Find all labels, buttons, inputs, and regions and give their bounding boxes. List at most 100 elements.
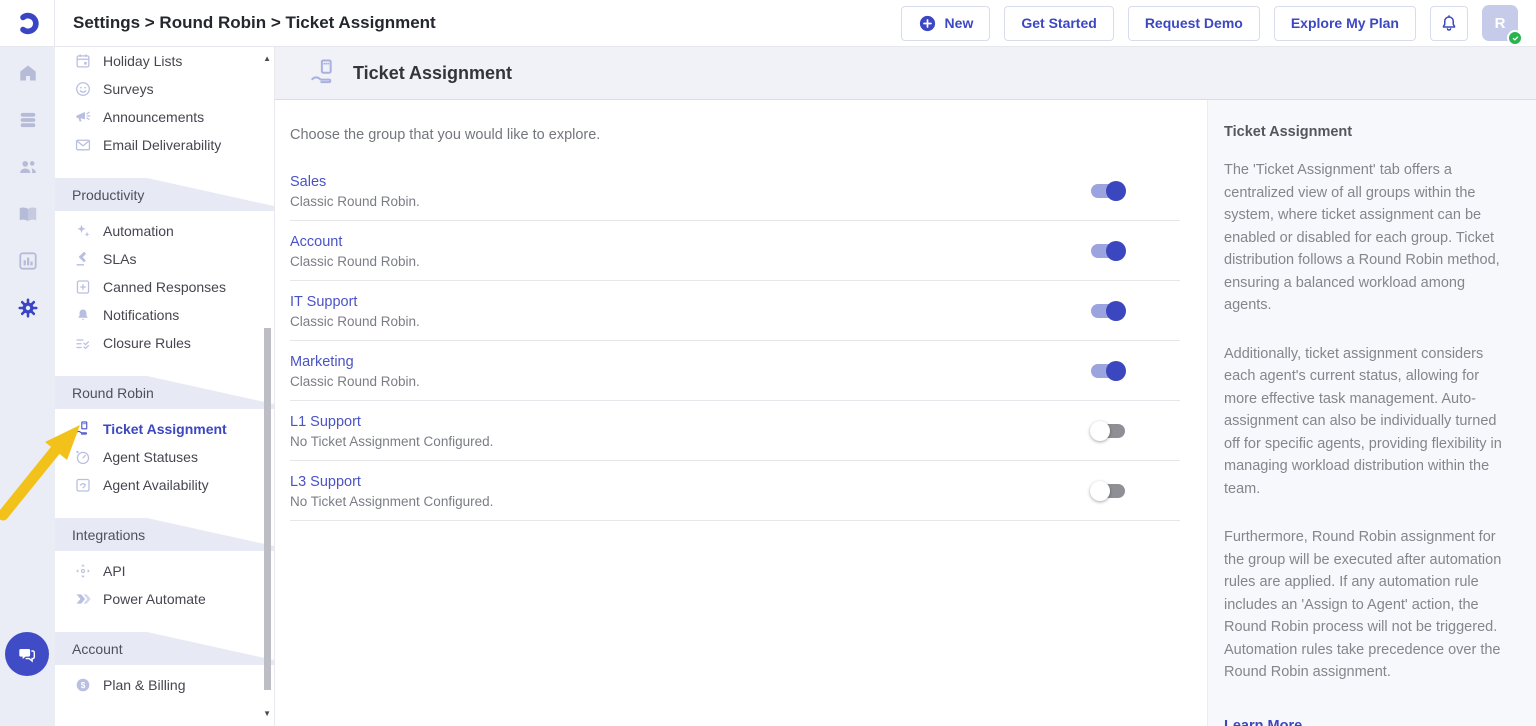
- info-paragraph: The 'Ticket Assignment' tab offers a cen…: [1224, 159, 1516, 317]
- sparkles-icon: [74, 222, 92, 240]
- sidebar-scroll-down-arrow[interactable]: ▼: [263, 710, 271, 718]
- sidebar-scroll-up-arrow[interactable]: ▲: [263, 55, 271, 63]
- sidebar-item-announcements[interactable]: Announcements: [55, 103, 274, 131]
- group-row-it-support: IT Support Classic Round Robin.: [290, 281, 1180, 341]
- toggle-sales[interactable]: [1091, 184, 1125, 198]
- toggle-l3-support[interactable]: [1091, 484, 1125, 498]
- sidebar-item-ticket-assignment[interactable]: Ticket Assignment: [55, 415, 274, 443]
- calendar-icon: [74, 52, 92, 70]
- group-link-l1-support[interactable]: L1 Support: [290, 414, 361, 430]
- ticket-assignment-icon: [308, 57, 340, 89]
- group-desc: Classic Round Robin.: [290, 374, 1091, 389]
- group-link-sales[interactable]: Sales: [290, 174, 326, 190]
- sidebar-item-canned-responses[interactable]: Canned Responses: [55, 273, 274, 301]
- group-row-account: AccountClassic Round Robin.: [290, 221, 1180, 281]
- sidebar-item-agent-availability[interactable]: Agent Availability: [55, 471, 274, 499]
- sidebar-item-notifications[interactable]: Notifications: [55, 301, 274, 329]
- info-panel-title: Ticket Assignment: [1224, 124, 1516, 140]
- toggle-l1-support[interactable]: [1091, 424, 1125, 438]
- home-icon: [17, 62, 39, 89]
- notifications-button[interactable]: [1430, 6, 1468, 41]
- group-desc: Classic Round Robin.: [290, 194, 1091, 209]
- toggle-knob: [1090, 481, 1110, 501]
- toggle-it-support[interactable]: [1091, 304, 1125, 318]
- sidebar-section-integrations: Integrations: [55, 518, 274, 551]
- get-started-button[interactable]: Get Started: [1004, 6, 1113, 41]
- avatar[interactable]: R: [1482, 5, 1518, 41]
- sla-icon: [74, 250, 92, 268]
- sidebar-item-surveys[interactable]: Surveys: [55, 75, 274, 103]
- settings-sidebar: Holiday ListsSurveysAnnouncementsEmail D…: [55, 47, 275, 726]
- rail-item-home[interactable]: [0, 52, 55, 99]
- group-link-marketing[interactable]: Marketing: [290, 354, 354, 370]
- group-list: SalesClassic Round Robin.AccountClassic …: [290, 161, 1180, 521]
- chat-widget-button[interactable]: [5, 632, 49, 676]
- rail-item-contacts[interactable]: [0, 146, 55, 193]
- group-text: AccountClassic Round Robin.: [290, 233, 1091, 269]
- toggle-account[interactable]: [1091, 244, 1125, 258]
- sidebar-item-automation[interactable]: Automation: [55, 217, 274, 245]
- content-header: Ticket Assignment: [275, 47, 1536, 100]
- sidebar-item-label: Closure Rules: [103, 335, 191, 351]
- sidebar-section-productivity: Productivity: [55, 178, 274, 211]
- sidebar-item-api[interactable]: API: [55, 557, 274, 585]
- sidebar-item-label: Automation: [103, 223, 174, 239]
- explore-my-plan-button[interactable]: Explore My Plan: [1274, 6, 1416, 41]
- sidebar-scrollbar-thumb[interactable]: [264, 328, 271, 690]
- avatar-initial: R: [1495, 15, 1506, 32]
- toggle-knob: [1106, 181, 1126, 201]
- sidebar-item-label: Notifications: [103, 307, 179, 323]
- rail-item-tickets[interactable]: [0, 99, 55, 146]
- group-row-l1-support: L1 SupportNo Ticket Assignment Configure…: [290, 401, 1180, 461]
- group-text: Sales Classic Round Robin.: [290, 173, 1091, 209]
- sidebar-item-closure-rules[interactable]: Closure Rules: [55, 329, 274, 357]
- chat-icon: [15, 642, 39, 666]
- group-text: L3 SupportNo Ticket Assignment Configure…: [290, 473, 1091, 509]
- sidebar-item-email-deliverability[interactable]: Email Deliverability: [55, 131, 274, 159]
- reports-icon: [17, 250, 39, 277]
- sidebar-item-slas[interactable]: SLAs: [55, 245, 274, 273]
- sidebar-item-agent-statuses[interactable]: Agent Statuses: [55, 443, 274, 471]
- plus-circle-icon: [918, 14, 937, 33]
- group-text: Marketing Classic Round Robin.: [290, 353, 1091, 389]
- rail-item-reports[interactable]: [0, 240, 55, 287]
- group-link-account[interactable]: Account: [290, 234, 342, 250]
- sidebar-item-label: Agent Statuses: [103, 449, 198, 465]
- learn-more-link[interactable]: Learn More: [1224, 718, 1302, 726]
- rail-item-settings[interactable]: [0, 287, 55, 334]
- toggle-marketing[interactable]: [1091, 364, 1125, 378]
- get-started-label: Get Started: [1021, 15, 1096, 31]
- sidebar-item-holiday-lists[interactable]: Holiday Lists: [55, 47, 274, 75]
- request-demo-button[interactable]: Request Demo: [1128, 6, 1260, 41]
- status-online-badge: [1507, 30, 1523, 46]
- group-text: IT Support Classic Round Robin.: [290, 293, 1091, 329]
- info-paragraph: Additionally, ticket assignment consider…: [1224, 343, 1516, 501]
- canned-response-icon: [74, 278, 92, 296]
- logo-icon: [14, 10, 41, 37]
- power-automate-icon: [74, 590, 92, 608]
- sidebar-item-plan-billing[interactable]: $Plan & Billing: [55, 671, 274, 699]
- app-logo[interactable]: [0, 0, 55, 46]
- main-content: Choose the group that you would like to …: [275, 100, 1207, 726]
- group-row-sales: Sales Classic Round Robin.: [290, 161, 1180, 221]
- sidebar-section-account: Account: [55, 632, 274, 665]
- billing-icon: $: [74, 676, 92, 694]
- group-link-it-support[interactable]: IT Support: [290, 294, 357, 310]
- group-link-l3-support[interactable]: L3 Support: [290, 474, 361, 490]
- toggle-knob: [1106, 361, 1126, 381]
- settings-icon: [17, 297, 39, 324]
- group-row-l3-support: L3 SupportNo Ticket Assignment Configure…: [290, 461, 1180, 521]
- explore-my-plan-label: Explore My Plan: [1291, 15, 1399, 31]
- rail-item-knowledge-base[interactable]: [0, 193, 55, 240]
- app-window: Settings > Round Robin > Ticket Assignme…: [0, 0, 1536, 726]
- sidebar-item-label: Agent Availability: [103, 477, 209, 493]
- group-desc: Classic Round Robin.: [290, 314, 1091, 329]
- new-button[interactable]: New: [901, 6, 991, 41]
- smiley-icon: [74, 80, 92, 98]
- sidebar-item-power-automate[interactable]: Power Automate: [55, 585, 274, 613]
- new-button-label: New: [945, 15, 974, 31]
- main-subtitle: Choose the group that you would like to …: [290, 127, 1207, 143]
- sidebar-item-label: Canned Responses: [103, 279, 226, 295]
- sidebar-item-label: Ticket Assignment: [103, 421, 227, 437]
- ticket-assignment-icon: [74, 420, 92, 438]
